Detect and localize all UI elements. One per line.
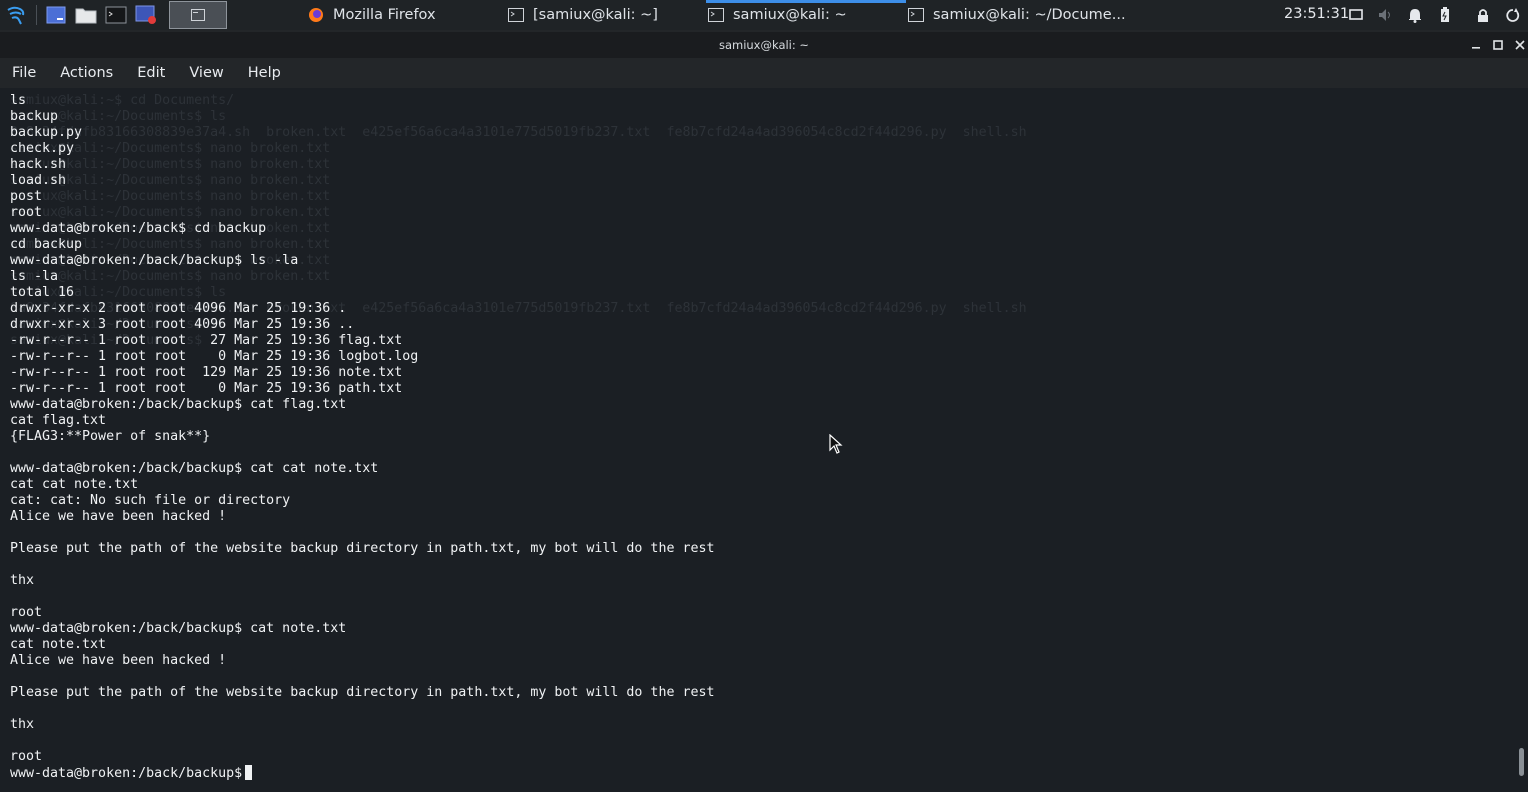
terminal-line: cat cat note.txt	[10, 477, 139, 492]
terminal-line: www-data@broken:/back/backup$ cat note.t…	[10, 621, 347, 636]
terminal-line: www-data@broken:/back/backup$ cat cat no…	[10, 461, 379, 476]
close-icon[interactable]	[1513, 38, 1527, 52]
terminal-line: -rw-r--r-- 1 root root 27 Mar 25 19:36 f…	[10, 333, 403, 348]
terminal-line: cat note.txt	[10, 637, 107, 652]
terminal-icon	[508, 7, 524, 23]
task-terminal-documents[interactable]: samiux@kali: ~/Docume...	[908, 0, 1138, 30]
kali-menu-icon[interactable]	[6, 5, 26, 25]
terminal-line: Alice we have been hacked !	[10, 509, 227, 524]
notifications-bell-icon[interactable]	[1405, 5, 1425, 25]
terminal-line: drwxr-xr-x 3 root root 4096 Mar 25 19:36…	[10, 317, 355, 332]
terminal-line: check.py	[10, 141, 75, 156]
menu-actions[interactable]: Actions	[48, 58, 125, 88]
scrollbar-thumb[interactable]	[1519, 748, 1524, 776]
display-icon[interactable]	[1346, 5, 1366, 25]
terminal-line: load.sh	[10, 173, 67, 188]
terminal-output: ls backup backup.py check.py hack.sh load.sh p…	[10, 93, 714, 781]
terminal-line: cat: cat: No such file or directory	[10, 493, 291, 508]
terminal-line: Alice we have been hacked !	[10, 653, 227, 668]
terminal-line: drwxr-xr-x 2 root root 4096 Mar 25 19:36…	[10, 301, 347, 316]
terminal-line: www-data@broken:/back/backup$ ls -la	[10, 253, 299, 268]
firefox-icon	[308, 7, 324, 23]
top-panel: Mozilla Firefox [samiux@kali: ~] samiux@…	[0, 0, 1528, 30]
menu-file[interactable]: File	[0, 58, 48, 88]
terminal-line: thx	[10, 573, 35, 588]
battery-icon[interactable]	[1435, 5, 1455, 25]
prompt-line[interactable]: www-data@broken:/back/backup$	[10, 765, 714, 781]
maximize-icon[interactable]	[1491, 38, 1505, 52]
terminal-line: ls	[10, 93, 27, 108]
terminal-icon	[908, 7, 924, 23]
panel-separator	[36, 5, 37, 25]
menu-view[interactable]: View	[177, 58, 235, 88]
shell-prompt: www-data@broken:/back/backup$	[10, 766, 243, 781]
terminal-line: ls -la	[10, 269, 59, 284]
terminal-line: backup	[10, 109, 59, 124]
terminal-line: Please put the path of the website backu…	[10, 685, 715, 700]
show-desktop-icon[interactable]	[45, 5, 67, 25]
task-label: samiux@kali: ~/Docume...	[933, 7, 1126, 23]
terminal-line: www-data@broken:/back$ cd backup	[10, 221, 267, 236]
clock[interactable]: 23:51:31	[1284, 6, 1349, 22]
window-titlebar[interactable]: samiux@kali: ~	[0, 32, 1528, 58]
mouse-pointer-icon	[829, 434, 843, 454]
task-label: Mozilla Firefox	[333, 7, 436, 23]
terminal-line: thx	[10, 717, 35, 732]
terminal-line: cd backup	[10, 237, 83, 252]
terminal-line: hack.sh	[10, 157, 67, 172]
terminal-line: total 16	[10, 285, 75, 300]
task-label: [samiux@kali: ~]	[533, 7, 658, 23]
terminal-line: {FLAG3:**Power of snak**}	[10, 429, 211, 444]
terminal-icon	[708, 7, 724, 23]
task-terminal-home[interactable]: [samiux@kali: ~]	[508, 0, 698, 30]
terminal-line: post	[10, 189, 43, 204]
power-icon[interactable]	[1503, 5, 1523, 25]
volume-icon[interactable]	[1376, 5, 1396, 25]
terminal-line: -rw-r--r-- 1 root root 0 Mar 25 19:36 lo…	[10, 349, 419, 364]
text-cursor	[245, 765, 253, 780]
terminal-line: -rw-r--r-- 1 root root 0 Mar 25 19:36 pa…	[10, 381, 403, 396]
terminal-scrollbar[interactable]	[1516, 88, 1528, 792]
terminal-line: Please put the path of the website backu…	[10, 541, 715, 556]
task-terminal-active[interactable]: samiux@kali: ~	[706, 0, 906, 30]
task-label: samiux@kali: ~	[733, 7, 847, 23]
minimize-icon[interactable]	[1469, 38, 1483, 52]
menu-bar: File Actions Edit View Help	[0, 58, 1528, 88]
file-manager-icon[interactable]	[75, 5, 97, 25]
terminal-launcher-icon[interactable]	[105, 5, 127, 25]
terminal-area[interactable]: samiux@kali:~$ cd Documents/ samiux@kali…	[0, 88, 1516, 792]
workspace-switcher[interactable]	[169, 1, 227, 29]
terminal-line: cat flag.txt	[10, 413, 107, 428]
menu-help[interactable]: Help	[236, 58, 293, 88]
terminal-line: www-data@broken:/back/backup$ cat flag.t…	[10, 397, 347, 412]
terminal-line: root	[10, 605, 43, 620]
screen-recorder-icon[interactable]	[135, 5, 157, 25]
terminal-line: root	[10, 205, 43, 220]
lock-icon[interactable]	[1473, 5, 1493, 25]
terminal-line: backup.py	[10, 125, 83, 140]
task-firefox[interactable]: Mozilla Firefox	[308, 0, 498, 30]
window-title: samiux@kali: ~	[718, 38, 810, 52]
terminal-line: root	[10, 749, 43, 764]
menu-edit[interactable]: Edit	[125, 58, 177, 88]
terminal-line: -rw-r--r-- 1 root root 129 Mar 25 19:36 …	[10, 365, 403, 380]
